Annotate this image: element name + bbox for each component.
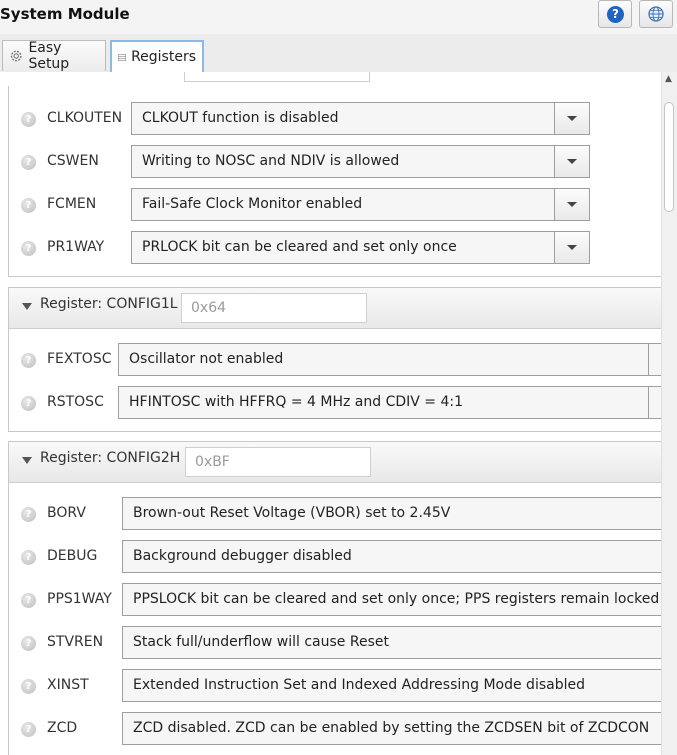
setting-value: PRLOCK bit can be cleared and set only o… (142, 239, 457, 255)
help-circle-icon[interactable]: ? (21, 353, 36, 368)
setting-value: Writing to NOSC and NDIV is allowed (142, 153, 400, 169)
setting-name: CLKOUTEN (47, 110, 123, 126)
setting-name: DEBUG (47, 548, 98, 564)
setting-value: Stack full/underflow will cause Reset (133, 634, 389, 650)
setting-dropdown[interactable]: Stack full/underflow will cause Reset (122, 626, 661, 659)
help-circle-icon[interactable]: ? (21, 679, 36, 694)
help-circle-icon[interactable]: ? (21, 507, 36, 522)
tab-easy-setup-label: Easy Setup (28, 40, 70, 72)
register-section-config1l: Register: CONFIG1L 0x64 ? FEXTOSC Oscill… (8, 287, 661, 432)
register-header[interactable]: Register: CONFIG1L 0x64 (9, 288, 661, 329)
help-circle-icon[interactable]: ? (21, 112, 36, 127)
dropdown-button[interactable] (554, 103, 589, 134)
setting-row-stvren: ? STVREN Stack full/underflow will cause… (9, 626, 661, 660)
tab-registers[interactable]: Registers (110, 40, 204, 72)
dropdown-button[interactable] (554, 232, 589, 263)
chevron-down-icon (567, 116, 577, 121)
vertical-scrollbar[interactable]: ▲ (661, 72, 677, 755)
setting-row-clkouten: ? CLKOUTEN CLKOUT function is disabled (9, 102, 661, 136)
gear-icon (10, 50, 22, 62)
globe-icon (648, 6, 664, 22)
help-circle-icon[interactable]: ? (21, 636, 36, 651)
dropdown-button[interactable] (554, 189, 589, 220)
register-title: Register: CONFIG1L (40, 296, 178, 312)
setting-name: STVREN (47, 634, 104, 650)
setting-row-pr1way: ? PR1WAY PRLOCK bit can be cleared and s… (9, 231, 661, 265)
help-circle-icon[interactable]: ? (21, 396, 36, 411)
setting-dropdown[interactable]: PPSLOCK bit can be cleared and set only … (122, 583, 661, 616)
partial-value-field[interactable]: 0x2B (184, 72, 370, 82)
setting-name: FEXTOSC (47, 351, 112, 367)
setting-value: CLKOUT function is disabled (142, 110, 339, 126)
setting-dropdown[interactable]: ZCD disabled. ZCD can be enabled by sett… (122, 712, 661, 745)
web-button[interactable] (639, 0, 673, 28)
setting-dropdown[interactable]: HFINTOSC with HFFRQ = 4 MHz and CDIV = 4… (118, 386, 661, 419)
setting-name: FCMEN (47, 196, 97, 212)
setting-row-zcd: ? ZCD ZCD disabled. ZCD can be enabled b… (9, 712, 661, 746)
help-circle-icon[interactable]: ? (21, 155, 36, 170)
setting-row-fcmen: ? FCMEN Fail-Safe Clock Monitor enabled (9, 188, 661, 222)
setting-row-rstosc: ? RSTOSC HFINTOSC with HFFRQ = 4 MHz and… (9, 386, 661, 420)
register-value-field[interactable]: 0xBF (185, 447, 371, 477)
collapse-arrow-icon[interactable] (22, 303, 32, 310)
help-icon: ? (607, 6, 624, 23)
registers-panel: 0x2B ? CLKOUTEN CLKOUT function is disab… (0, 72, 661, 755)
help-circle-icon[interactable]: ? (21, 550, 36, 565)
setting-value: HFINTOSC with HFFRQ = 4 MHz and CDIV = 4… (129, 394, 464, 410)
help-button[interactable]: ? (598, 0, 632, 28)
register-title: Register: CONFIG2H (40, 450, 181, 466)
title-bar: System Module ? (0, 0, 677, 35)
dropdown-button[interactable] (554, 146, 589, 177)
tab-easy-setup[interactable]: Easy Setup (2, 40, 106, 72)
setting-dropdown[interactable]: CLKOUT function is disabled (131, 102, 590, 135)
setting-value: PPSLOCK bit can be cleared and set only … (133, 591, 661, 607)
setting-row-borv: ? BORV Brown-out Reset Voltage (VBOR) se… (9, 497, 661, 531)
setting-dropdown[interactable]: Background debugger disabled (122, 540, 661, 573)
setting-row-debug: ? DEBUG Background debugger disabled (9, 540, 661, 574)
setting-dropdown[interactable]: Brown-out Reset Voltage (VBOR) set to 2.… (122, 497, 661, 530)
setting-row-pps1way: ? PPS1WAY PPSLOCK bit can be cleared and… (9, 583, 661, 617)
setting-value: Extended Instruction Set and Indexed Add… (133, 677, 585, 693)
setting-name: BORV (47, 505, 86, 521)
help-circle-icon[interactable]: ? (21, 198, 36, 213)
setting-name: ZCD (47, 720, 78, 736)
help-circle-icon[interactable]: ? (21, 241, 36, 256)
register-value-field[interactable]: 0x64 (181, 293, 367, 323)
dropdown-button-edge (648, 387, 649, 418)
setting-value: Background debugger disabled (133, 548, 352, 564)
chevron-down-icon (567, 159, 577, 164)
setting-value: Oscillator not enabled (129, 351, 284, 367)
register-section-config2h: Register: CONFIG2H 0xBF ? BORV Brown-out… (8, 441, 661, 755)
setting-value: ZCD disabled. ZCD can be enabled by sett… (133, 720, 650, 736)
setting-dropdown[interactable]: PRLOCK bit can be cleared and set only o… (131, 231, 590, 264)
setting-dropdown[interactable]: Oscillator not enabled (118, 343, 661, 376)
help-circle-icon[interactable]: ? (21, 593, 36, 608)
help-circle-icon[interactable]: ? (21, 722, 36, 737)
scrollbar-thumb[interactable] (664, 102, 674, 212)
setting-row-fextosc: ? FEXTOSC Oscillator not enabled (9, 343, 661, 377)
tab-bar: Easy Setup Registers (0, 34, 677, 73)
chevron-down-icon (567, 245, 577, 250)
chevron-down-icon (567, 202, 577, 207)
setting-value: Fail-Safe Clock Monitor enabled (142, 196, 363, 212)
setting-name: PPS1WAY (47, 591, 112, 607)
setting-name: CSWEN (47, 153, 99, 169)
setting-name: PR1WAY (47, 239, 105, 255)
setting-value: Brown-out Reset Voltage (VBOR) set to 2.… (133, 505, 451, 521)
register-section-previous: ? CLKOUTEN CLKOUT function is disabled ?… (8, 86, 661, 277)
tab-registers-label: Registers (131, 49, 196, 65)
dropdown-button-edge (648, 344, 649, 375)
list-icon (118, 53, 126, 61)
setting-row-xinst: ? XINST Extended Instruction Set and Ind… (9, 669, 661, 703)
window-title: System Module (0, 5, 130, 23)
setting-row-cswen: ? CSWEN Writing to NOSC and NDIV is allo… (9, 145, 661, 179)
scroll-up-arrow-icon[interactable]: ▲ (665, 74, 672, 84)
setting-name: RSTOSC (47, 394, 104, 410)
register-header[interactable]: Register: CONFIG2H 0xBF (9, 442, 661, 483)
setting-dropdown[interactable]: Writing to NOSC and NDIV is allowed (131, 145, 590, 178)
setting-name: XINST (47, 677, 89, 693)
collapse-arrow-icon[interactable] (22, 457, 32, 464)
setting-dropdown[interactable]: Extended Instruction Set and Indexed Add… (122, 669, 661, 702)
setting-dropdown[interactable]: Fail-Safe Clock Monitor enabled (131, 188, 590, 221)
